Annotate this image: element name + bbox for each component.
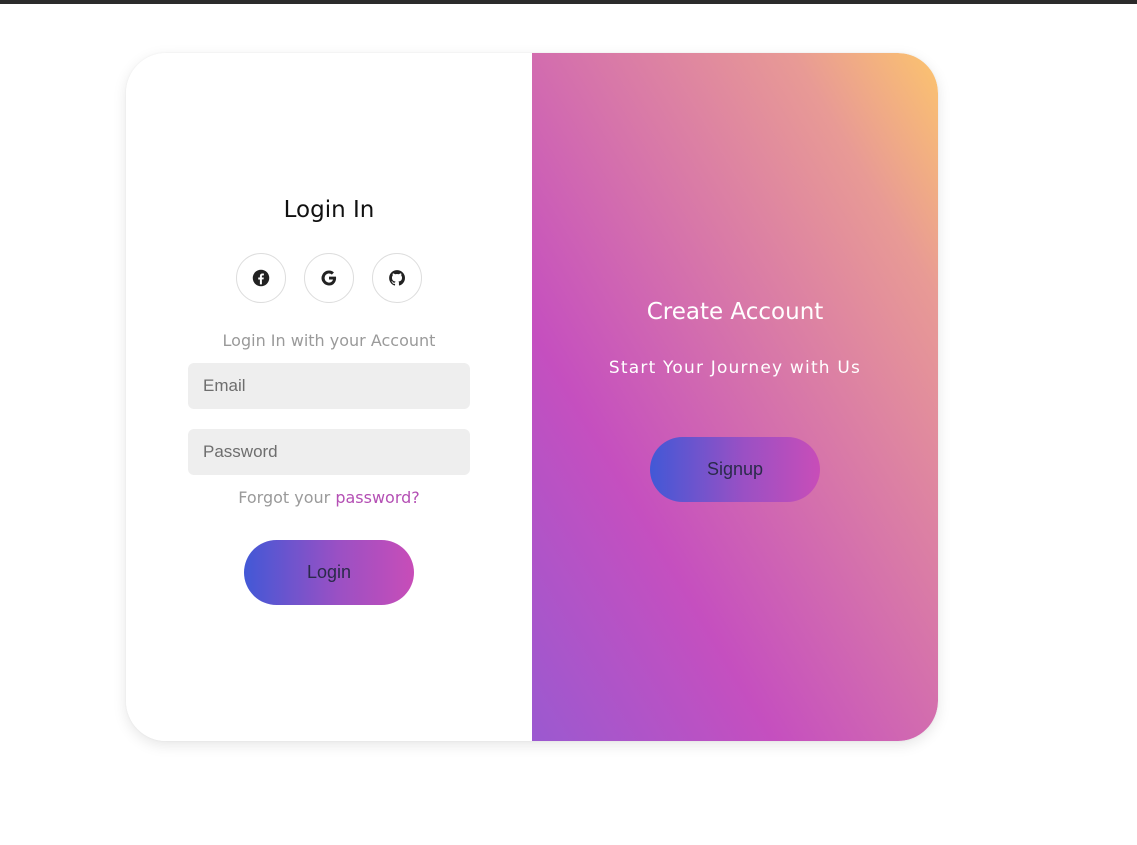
login-panel: Login In Login In with your Account Emai… bbox=[126, 53, 532, 741]
auth-card: Login In Login In with your Account Emai… bbox=[126, 53, 938, 741]
email-field[interactable] bbox=[188, 363, 470, 409]
signup-panel: Create Account Start Your Journey with U… bbox=[532, 53, 938, 741]
password-field[interactable] bbox=[188, 429, 470, 475]
facebook-login-button[interactable] bbox=[236, 253, 286, 303]
signup-button[interactable]: Signup bbox=[650, 437, 820, 502]
login-subtitle: Login In with your Account bbox=[222, 331, 436, 350]
forgot-password-text: Forgot your bbox=[238, 488, 331, 507]
social-login-row bbox=[236, 253, 422, 303]
facebook-icon bbox=[252, 269, 270, 287]
google-login-button[interactable] bbox=[304, 253, 354, 303]
create-account-title: Create Account bbox=[646, 299, 824, 325]
google-icon bbox=[321, 270, 337, 286]
forgot-password-row: Forgot your password? bbox=[126, 488, 532, 507]
github-icon bbox=[389, 270, 405, 286]
browser-top-bar bbox=[0, 0, 1137, 4]
forgot-password-link[interactable]: password? bbox=[335, 488, 419, 507]
login-button[interactable]: Login bbox=[244, 540, 414, 605]
create-account-subtitle: Start Your Journey with Us bbox=[608, 358, 862, 378]
login-title: Login In bbox=[283, 197, 375, 223]
github-login-button[interactable] bbox=[372, 253, 422, 303]
